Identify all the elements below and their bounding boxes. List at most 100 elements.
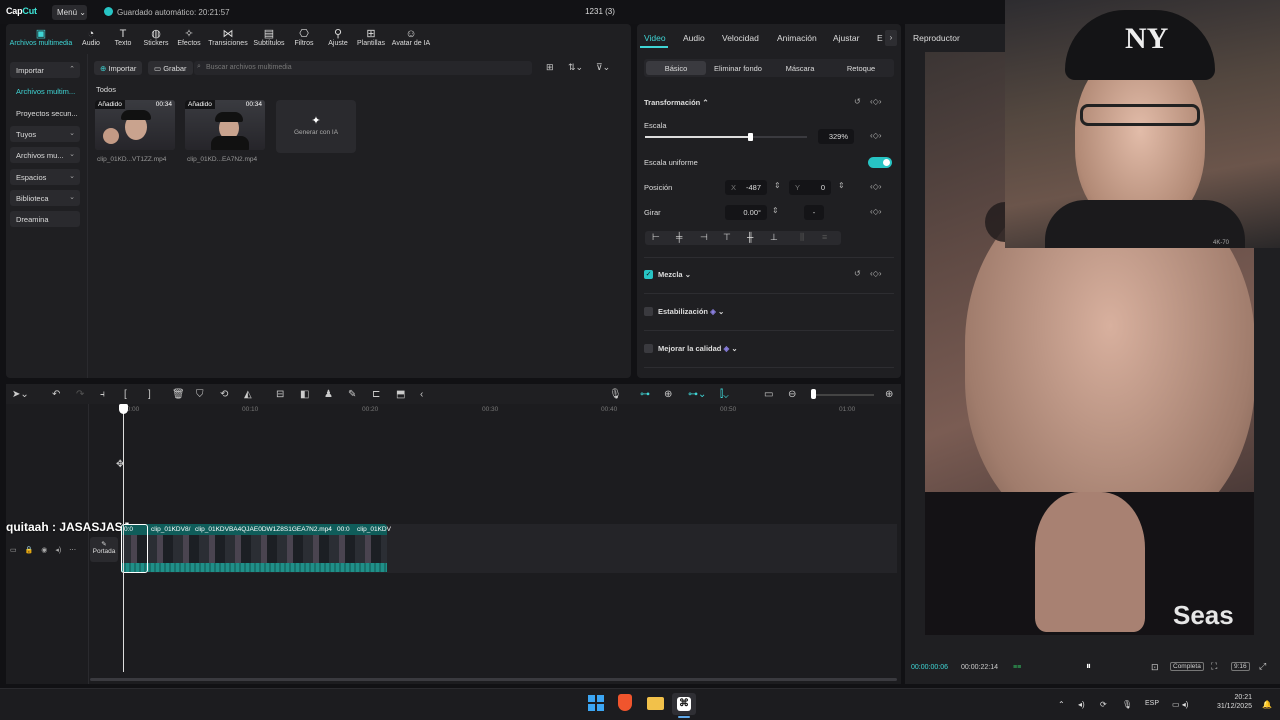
aspect-ratio-button[interactable]: 9:16	[1231, 662, 1250, 671]
clock[interactable]: 20:21 31/12/2025	[1208, 694, 1252, 710]
mirror-icon[interactable]: ◧	[300, 389, 309, 400]
split-right-icon[interactable]: ]	[148, 389, 151, 400]
align-center-v-icon[interactable]: ╫	[747, 232, 753, 242]
tab-audio-props[interactable]: Audio	[683, 33, 705, 43]
media-item[interactable]: Añadido 00:34	[95, 100, 175, 150]
ai-cutout-icon[interactable]: ♟	[324, 389, 333, 400]
tray-chevron-icon[interactable]: ⌃	[1058, 700, 1065, 709]
more-icon[interactable]: ⋯	[69, 547, 76, 554]
subtab-basic[interactable]: Básico	[646, 64, 706, 73]
speaker-icon[interactable]: ◂)	[1078, 700, 1085, 709]
align-bottom-icon[interactable]: ⊥	[770, 232, 778, 243]
marker-icon[interactable]: ⛉	[196, 389, 204, 400]
media-item[interactable]: Añadido 00:34	[185, 100, 265, 150]
keyframe-icon[interactable]: ‹◇›	[870, 269, 881, 278]
position-y-input[interactable]: Y0	[789, 180, 831, 195]
volume-icon[interactable]: ◂)	[55, 547, 61, 554]
subtab-remove-bg[interactable]: Eliminar fondo	[706, 64, 770, 73]
search-input[interactable]: ⌕ Buscar archivos multimedia	[194, 61, 532, 75]
grid-view-icon[interactable]: ⊞	[546, 62, 554, 73]
brave-browser-icon[interactable]	[618, 694, 632, 711]
speed-icon[interactable]: ◭	[244, 389, 252, 400]
tab-transitions[interactable]: ⋈ Transiciones	[206, 28, 250, 47]
filter-icon[interactable]: ⊽⌄	[596, 62, 610, 73]
microphone-icon[interactable]: 🎙	[609, 389, 622, 400]
tab-effects[interactable]: ✧ Efectos	[176, 28, 202, 47]
stabilize-checkbox[interactable]	[644, 307, 653, 316]
transform-section[interactable]: Transformación ⌃	[644, 98, 709, 107]
windows-start-icon[interactable]	[588, 695, 604, 711]
export-frame-icon[interactable]: ⬒	[396, 389, 405, 400]
blend-checkbox[interactable]: ✓	[644, 270, 653, 279]
reset-icon[interactable]: ↺	[854, 269, 861, 278]
cover-button[interactable]: ✎ Portada	[90, 537, 118, 562]
enhance-checkbox[interactable]	[644, 344, 653, 353]
tab-templates[interactable]: ⊞ Plantillas	[354, 28, 388, 47]
reset-icon[interactable]: ↺	[854, 97, 861, 106]
tab-adjust[interactable]: ⚲ Ajuste	[324, 28, 352, 47]
pause-icon[interactable]: ⏸	[1086, 661, 1091, 672]
keyframe-icon[interactable]: ‹◇›	[870, 182, 881, 191]
sidebar-item-yours[interactable]: Tuyos ⌄	[10, 126, 80, 142]
sort-icon[interactable]: ⇅⌄	[568, 62, 583, 73]
timeline-scrollbar[interactable]	[90, 678, 897, 681]
waveform-icon[interactable]: ≡≡	[1013, 664, 1021, 671]
record-button[interactable]: ▭ Grabar	[148, 61, 193, 75]
sidebar-item-library[interactable]: Biblioteca ⌄	[10, 190, 80, 206]
split-icon[interactable]: ⫞	[100, 389, 105, 400]
stepper-icon[interactable]: ⇕	[838, 181, 845, 190]
subtab-mask[interactable]: Máscara	[770, 64, 830, 73]
rotate-input[interactable]: 0.00°	[725, 205, 767, 220]
playhead-handle[interactable]	[119, 404, 128, 414]
preview-axis-icon[interactable]: ⫿⌄	[720, 389, 729, 400]
sidebar-item-spaces[interactable]: Espacios ⌄	[10, 169, 80, 185]
generate-ai-card[interactable]: ✦ Generar con IA	[276, 100, 356, 153]
tab-subtitles[interactable]: ▤ Subtítulos	[252, 28, 286, 47]
playhead[interactable]	[123, 404, 124, 672]
sidebar-item-dreamina[interactable]: Dreamina	[10, 211, 80, 227]
zoom-in-icon[interactable]: ⊕	[885, 389, 893, 400]
caption-icon[interactable]: ⊏	[372, 389, 380, 400]
auto-snap-icon[interactable]: ⊶⌄	[688, 389, 706, 400]
stabilize-section[interactable]: Estabilización ◈ ⌄	[658, 307, 724, 316]
tab-text[interactable]: T Texto	[112, 28, 134, 47]
sidebar-item-secondary-projects[interactable]: Proyectos secun...	[10, 105, 80, 121]
track-checkbox-icon[interactable]: ▭	[10, 547, 17, 554]
align-top-icon[interactable]: ⊤	[723, 232, 731, 243]
sync-icon[interactable]: ⟳	[1100, 700, 1107, 709]
chevron-right-icon[interactable]: ›	[885, 30, 897, 46]
compare-icon[interactable]: ▭	[764, 389, 773, 400]
tab-fit[interactable]: Ajustar	[833, 33, 859, 43]
align-right-icon[interactable]: ⊣	[700, 232, 708, 243]
position-x-input[interactable]: X -487	[725, 180, 767, 195]
snap-icon[interactable]: ⊕	[664, 389, 672, 400]
tab-filters[interactable]: ⎔ Filtros	[292, 28, 316, 47]
scale-value[interactable]: 329%	[818, 129, 854, 144]
align-left-icon[interactable]: ⊢	[652, 232, 660, 243]
blend-section[interactable]: Mezcla ⌄	[658, 270, 691, 279]
mic-tray-icon[interactable]: 🎙	[1122, 700, 1132, 709]
tab-audio[interactable]: ◔ Audio	[80, 28, 102, 47]
crop-icon[interactable]: ⊡	[1151, 662, 1159, 673]
split-left-icon[interactable]: [	[124, 389, 127, 400]
align-center-h-icon[interactable]: ╪	[676, 232, 682, 242]
tab-speed[interactable]: Velocidad	[722, 33, 759, 43]
keyframe-icon[interactable]: ‹◇›	[870, 207, 881, 216]
stepper-icon[interactable]: ⇕	[772, 206, 779, 215]
enhance-section[interactable]: Mejorar la calidad ◈ ⌄	[658, 344, 738, 353]
capcut-taskbar-button[interactable]: ⌘	[672, 693, 696, 715]
tab-animation[interactable]: Animación	[777, 33, 817, 43]
notification-icon[interactable]: 🔔	[1262, 700, 1272, 709]
rotate-dial[interactable]: -	[804, 205, 824, 220]
magic-icon[interactable]: ✎	[348, 389, 356, 400]
keyframe-icon[interactable]: ‹◇›	[870, 131, 881, 140]
tab-ai-avatar[interactable]: ☺ Avatar de IA	[390, 28, 432, 47]
keyframe-icon[interactable]: ‹◇›	[870, 97, 881, 106]
eye-icon[interactable]: ◉	[41, 547, 47, 554]
sidebar-item-media[interactable]: Archivos mu... ⌄	[10, 147, 80, 163]
link-icon[interactable]: ⊶	[640, 389, 650, 400]
quality-button[interactable]: Completa	[1170, 662, 1204, 671]
freeze-icon[interactable]: ⊟	[276, 389, 284, 400]
uniform-scale-toggle[interactable]	[868, 157, 892, 168]
language-indicator[interactable]: ESP	[1145, 700, 1159, 707]
